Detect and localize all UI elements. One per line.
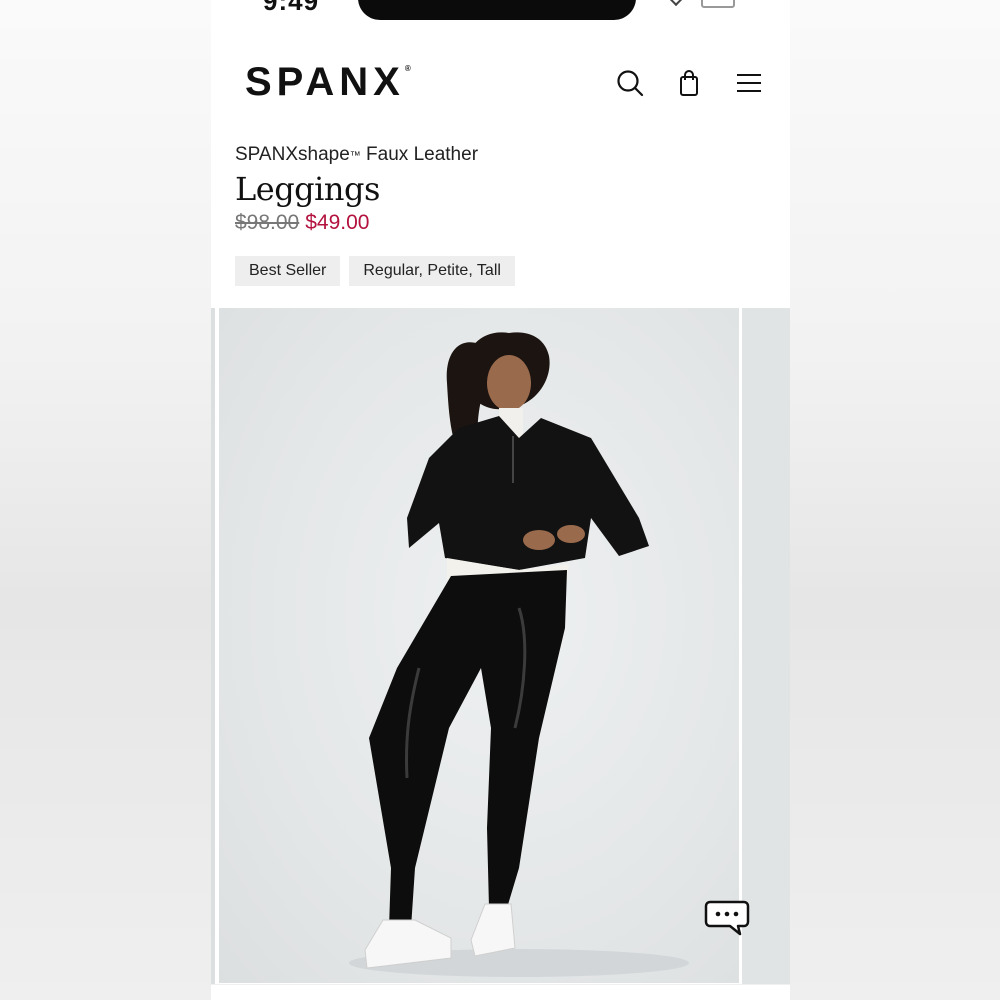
- product-subtitle: SPANXshape™ Faux Leather: [235, 144, 479, 165]
- status-bar: 9:49: [211, 0, 790, 24]
- menu-button[interactable]: [734, 68, 764, 98]
- product-photo[interactable]: [219, 308, 739, 983]
- dynamic-island: [358, 0, 636, 20]
- background-blur-right: [789, 0, 1000, 1000]
- bottom-strip: [211, 984, 790, 1000]
- next-slide-peek[interactable]: [742, 308, 790, 984]
- product-info: SPANXshape™ Faux Leather Leggings $98.00…: [235, 142, 765, 286]
- product-title: Leggings: [235, 170, 380, 208]
- signal-icon: [668, 0, 684, 7]
- shopping-bag-icon: [680, 70, 698, 96]
- menu-icon: [737, 74, 761, 92]
- model-photo-illustration: [349, 332, 689, 977]
- price-row: $98.00 $49.00: [235, 210, 765, 236]
- spanx-logo[interactable]: SPANX®: [245, 60, 411, 105]
- best-seller-badge: Best Seller: [235, 256, 341, 286]
- previous-slide-edge[interactable]: [211, 308, 215, 984]
- sale-price: $49.00: [305, 211, 370, 234]
- original-price: $98.00: [235, 211, 300, 234]
- chat-bubble-icon: [704, 900, 750, 936]
- site-header: SPANX®: [211, 52, 790, 116]
- search-button[interactable]: [615, 68, 645, 98]
- badge-row: Best Seller Regular, Petite, Tall: [235, 256, 765, 286]
- search-icon: [617, 70, 644, 97]
- background-blur-left: [0, 0, 211, 1000]
- size-range-badge: Regular, Petite, Tall: [349, 256, 515, 286]
- product-image-carousel[interactable]: [211, 308, 790, 984]
- shopping-bag-button[interactable]: [674, 68, 704, 98]
- battery-icon: [701, 0, 735, 8]
- chat-button[interactable]: [704, 900, 750, 936]
- status-time: 9:49: [263, 0, 320, 16]
- phone-screen: 9:49 SPANX® SPANXshape™ Faux Leather Leg…: [211, 0, 790, 1000]
